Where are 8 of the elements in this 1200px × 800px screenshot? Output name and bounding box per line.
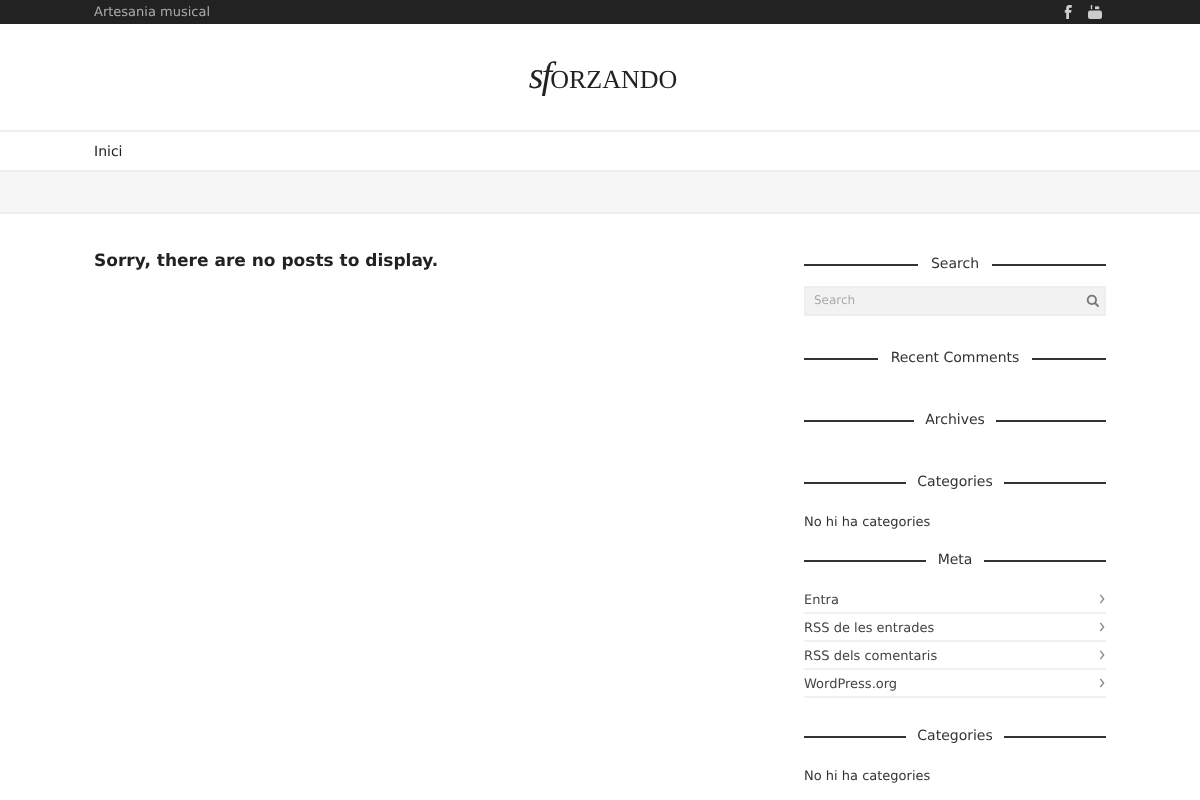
- chevron-icon: [1098, 678, 1106, 688]
- chevron-icon: [1098, 594, 1106, 604]
- no-posts-message: Sorry, there are no posts to display.: [94, 250, 439, 276]
- facebook-icon[interactable]: [1062, 4, 1076, 20]
- chevron-icon: [1098, 622, 1106, 632]
- site-logo[interactable]: sfORZANDO: [528, 55, 678, 99]
- chevron-icon: [1098, 650, 1106, 660]
- search-icon[interactable]: [1086, 294, 1100, 308]
